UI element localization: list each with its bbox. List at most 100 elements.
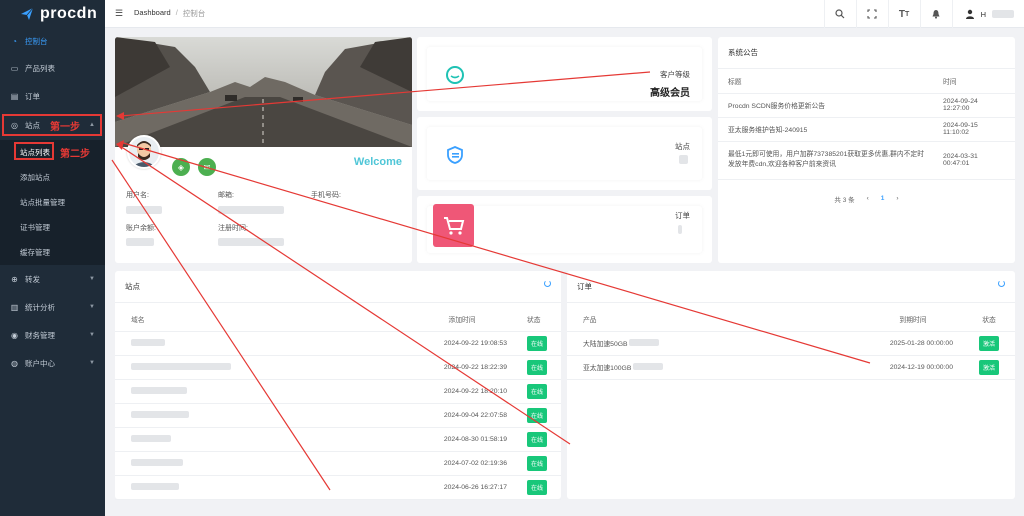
- level-value: 高级会员: [650, 88, 690, 99]
- forward-icon: ⊕: [11, 274, 18, 284]
- submenu-label: 添加站点: [20, 173, 50, 182]
- site-time-cell: 2024-08-30 01:58:19: [407, 427, 517, 452]
- domain-redacted: [131, 386, 187, 394]
- sites-title: 站点: [115, 271, 561, 303]
- status-badge: 在线: [527, 431, 548, 447]
- email-value-redacted: [218, 206, 284, 214]
- breadcrumb-current: 控制台: [182, 9, 206, 18]
- chevron-down-icon: ▼: [89, 304, 95, 310]
- sidebar-item-forward[interactable]: ⊕ 转发 ▼: [0, 265, 105, 293]
- status-badge: 激活: [978, 335, 999, 351]
- page-number[interactable]: 1: [881, 195, 885, 202]
- search-icon[interactable]: [823, 0, 856, 28]
- table-row[interactable]: 2024-08-30 01:58:19 在线: [115, 427, 561, 452]
- product-name: 大陆加速50GB: [583, 341, 628, 348]
- sidebar-item-label: 财务管理: [25, 330, 55, 340]
- breadcrumb-item[interactable]: Dashboard: [134, 8, 171, 19]
- orders-table: 产品 到期时间 状态 大陆加速50GB 2025-01-28 00:00:00 …: [567, 307, 1015, 380]
- status-badge: 在线: [527, 479, 548, 495]
- table-row[interactable]: 2024-09-22 19:08:53 在线: [115, 331, 561, 356]
- table-row[interactable]: 最低1元即可使用，用户加群737385201获取更多优惠,群内不定时发放年费cd…: [718, 141, 1015, 180]
- next-page-button[interactable]: ›: [896, 195, 898, 202]
- submenu-label: 缓存管理: [20, 248, 50, 257]
- bell-icon[interactable]: [919, 0, 952, 28]
- cart-icon: [433, 204, 474, 247]
- sites-label: 站点: [675, 142, 690, 151]
- table-row[interactable]: 2024-07-02 02:19:36 在线: [115, 451, 561, 476]
- column-header: 产品: [567, 307, 863, 332]
- site-time-cell: 2024-09-22 18:22:39: [407, 355, 517, 380]
- logo[interactable]: procdn: [0, 0, 105, 28]
- sidebar-item-orders[interactable]: ▤ 订单: [0, 82, 105, 110]
- sidebar-item-dashboard[interactable]: ◔ 控制台: [0, 28, 105, 54]
- submenu-add-site[interactable]: 添加站点: [0, 165, 105, 190]
- refresh-icon[interactable]: [544, 280, 551, 287]
- sites-count-card: 站点: [417, 117, 712, 190]
- column-header: 时间: [933, 69, 1015, 94]
- site-time-cell: 2024-06-26 16:27:17: [407, 475, 517, 500]
- sidebar-item-label: 订单: [25, 91, 40, 101]
- pagination: 共 3 条 ‹ 1 ›: [718, 180, 1015, 204]
- qq-bind-button[interactable]: ◈: [172, 158, 190, 176]
- site-time-cell: 2024-09-22 19:08:53: [407, 331, 517, 356]
- submenu-cache-manage[interactable]: 缓存管理: [0, 240, 105, 265]
- menu-toggle-icon[interactable]: ☰: [115, 8, 124, 19]
- sidebar-item-products[interactable]: ▭ 产品列表: [0, 54, 105, 82]
- submenu-cert-manage[interactable]: 证书管理: [0, 215, 105, 240]
- avatar[interactable]: [127, 135, 161, 169]
- table-row[interactable]: 亚太加速100GB 2024-12-19 00:00:00 激活: [567, 355, 1015, 380]
- register-time-redacted: [218, 238, 284, 246]
- username-value-redacted: [126, 206, 162, 214]
- sidebar-item-account[interactable]: ◍ 账户中心 ▼: [0, 349, 105, 377]
- notice-title-cell[interactable]: Procdn SCDN服务价格更新公告: [718, 93, 933, 118]
- chevron-down-icon: ▼: [89, 360, 95, 366]
- font-size-icon[interactable]: TT: [887, 0, 920, 28]
- refresh-icon[interactable]: [998, 280, 1005, 287]
- fullscreen-icon[interactable]: [855, 0, 888, 28]
- product-redacted: [633, 363, 664, 370]
- table-row[interactable]: Procdn SCDN服务价格更新公告 2024-09-24 12:27:00: [718, 93, 1015, 118]
- sidebar-item-finance[interactable]: ◉ 财务管理 ▼: [0, 321, 105, 349]
- sidebar-item-stats[interactable]: ▥ 统计分析 ▼: [0, 293, 105, 321]
- expire-time-cell: 2024-12-19 00:00:00: [863, 355, 963, 380]
- product-icon: ▭: [10, 63, 19, 73]
- sidebar-item-label: 转发: [25, 274, 40, 284]
- product-redacted: [629, 339, 660, 346]
- orders-card: 订单 产品 到期时间 状态 大陆加速50GB 2025-01-28 00:00:…: [567, 271, 1015, 499]
- status-badge: 在线: [527, 359, 548, 375]
- table-row[interactable]: 亚太服务维护告知-240915 2024-09-15 11:10:02: [718, 117, 1015, 142]
- step2-highlight-box: [14, 142, 54, 160]
- sidebar-item-label: 控制台: [25, 36, 48, 46]
- table-row[interactable]: 2024-09-22 18:22:39 在线: [115, 355, 561, 380]
- orders-title: 订单: [567, 271, 1015, 303]
- column-header: 域名: [115, 307, 407, 332]
- city-banner-image: [115, 37, 412, 147]
- user-icon: [965, 9, 974, 19]
- table-row[interactable]: 2024-06-26 16:27:17 在线: [115, 475, 561, 500]
- domain-redacted: [131, 362, 231, 370]
- status-badge: 在线: [527, 335, 548, 351]
- table-row[interactable]: 2024-09-22 18:20:10 在线: [115, 379, 561, 404]
- user-menu[interactable]: H: [951, 0, 1024, 28]
- notice-title-cell[interactable]: 亚太服务维护告知-240915: [718, 117, 933, 142]
- prev-page-button[interactable]: ‹: [867, 195, 869, 202]
- notice-title-cell[interactable]: 最低1元即可使用，用户加群737385201获取更多优惠,群内不定时发放年费cd…: [718, 141, 933, 180]
- submenu-batch-manage[interactable]: 站点批量管理: [0, 190, 105, 215]
- mail-icon: ✉: [203, 162, 211, 172]
- submenu-label: 站点批量管理: [20, 198, 65, 207]
- email-bind-button[interactable]: ✉: [198, 158, 216, 176]
- welcome-text: Welcome: [353, 156, 402, 168]
- orders-count-card: 订单: [417, 196, 712, 263]
- notice-time-cell: 2024-03-31 00:47:01: [933, 141, 1015, 180]
- column-header: 标题: [718, 69, 933, 94]
- notice-time-cell: 2024-09-24 12:27:00: [933, 93, 1015, 118]
- site-time-cell: 2024-07-02 02:19:36: [407, 451, 517, 476]
- column-header: 状态: [963, 307, 1015, 332]
- step2-annotation: 第二步: [60, 149, 90, 160]
- step1-annotation: 第一步: [50, 122, 80, 133]
- table-row[interactable]: 2024-09-04 22:07:58 在线: [115, 403, 561, 428]
- brand-name: procdn: [40, 5, 98, 22]
- table-row[interactable]: 大陆加速50GB 2025-01-28 00:00:00 激活: [567, 331, 1015, 356]
- chevron-down-icon: ▼: [89, 332, 95, 338]
- notice-card: 系统公告 标题 时间 Procdn SCDN服务价格更新公告 2024-09-2…: [718, 37, 1015, 263]
